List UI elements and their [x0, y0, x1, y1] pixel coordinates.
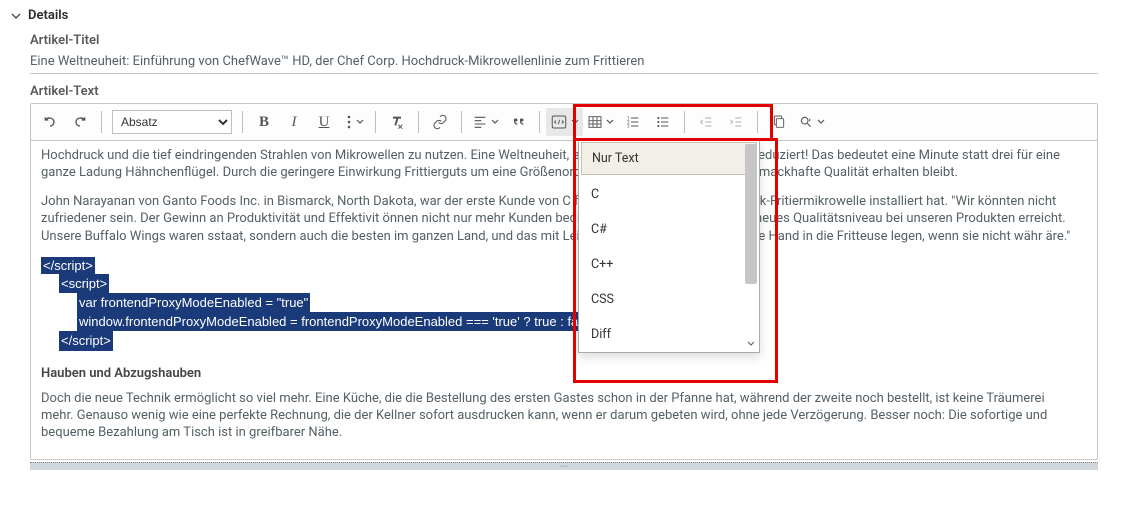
code-language-dropdown[interactable]: Nur Text C C# C++ CSS Diff: [578, 139, 760, 353]
dropdown-item[interactable]: C#: [579, 212, 759, 247]
clear-formatting-button[interactable]: [382, 108, 412, 136]
blockquote-button[interactable]: [503, 108, 533, 136]
chevron-down-icon: [10, 10, 22, 22]
outdent-button[interactable]: [691, 108, 721, 136]
align-button[interactable]: [468, 108, 503, 136]
selected-code-block[interactable]: </script​> <script​> var frontendProxyMo…: [41, 257, 1073, 351]
title-value[interactable]: Eine Weltneuheit: Einführung von ChefWav…: [30, 48, 1098, 74]
title-label: Artikel-Titel: [30, 33, 1098, 48]
redo-button[interactable]: [65, 108, 95, 136]
table-button[interactable]: [583, 108, 618, 136]
code-sample-button[interactable]: [546, 108, 583, 136]
link-button[interactable]: [425, 108, 455, 136]
unordered-list-button[interactable]: [648, 108, 678, 136]
resize-handle[interactable]: ····: [30, 462, 1098, 470]
italic-button[interactable]: I: [279, 108, 309, 136]
dropdown-item[interactable]: CSS: [579, 282, 759, 317]
find-replace-button[interactable]: [794, 108, 829, 136]
editor-body[interactable]: Hochdruck und die tief eindringenden Str…: [31, 141, 1097, 459]
body-paragraph[interactable]: John Narayanan von Ganto Foods Inc. in B…: [41, 193, 1073, 244]
underline-button[interactable]: U: [309, 108, 339, 136]
body-paragraph[interactable]: Hochdruck und die tief eindringenden Str…: [41, 147, 1073, 181]
body-label: Artikel-Text: [30, 84, 1098, 99]
svg-text:3: 3: [627, 123, 630, 129]
dropdown-item[interactable]: C++: [579, 247, 759, 282]
section-header[interactable]: Details: [0, 0, 1128, 27]
section-title: Details: [28, 8, 68, 23]
paragraph-select[interactable]: Absatz: [108, 108, 236, 136]
body-paragraph[interactable]: Doch die neue Technik ermöglicht so viel…: [41, 390, 1073, 441]
more-formatting-button[interactable]: [339, 108, 369, 136]
chevron-down-icon[interactable]: [745, 338, 757, 350]
dropdown-scroll-thumb[interactable]: [745, 144, 757, 284]
sub-heading[interactable]: Hauben und Abzugshauben: [41, 365, 1073, 382]
rich-editor: Absatz B I U: [30, 103, 1098, 460]
dropdown-item[interactable]: Diff: [579, 317, 759, 352]
ordered-list-button[interactable]: 123: [618, 108, 648, 136]
editor-toolbar: Absatz B I U: [31, 104, 1097, 141]
copy-button[interactable]: [764, 108, 794, 136]
undo-button[interactable]: [35, 108, 65, 136]
bold-button[interactable]: B: [249, 108, 279, 136]
dropdown-item[interactable]: C: [579, 177, 759, 212]
indent-button[interactable]: [721, 108, 751, 136]
dropdown-item[interactable]: Nur Text: [581, 142, 757, 175]
paragraph-select-inner[interactable]: Absatz: [112, 110, 232, 134]
